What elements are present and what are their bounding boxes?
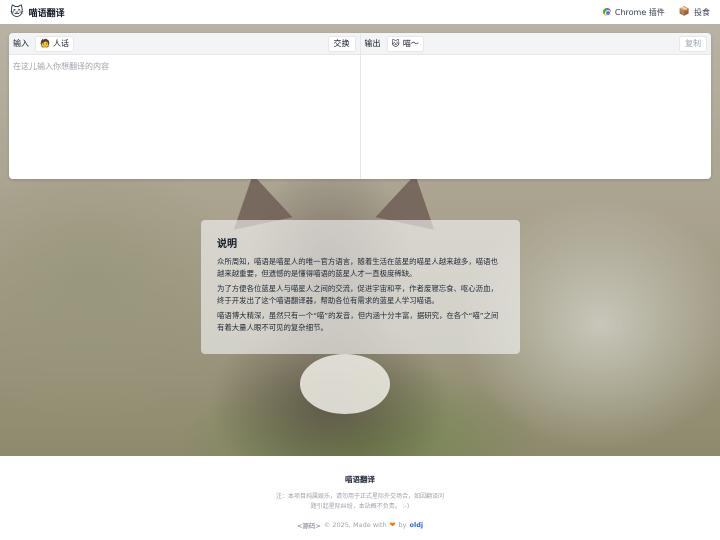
header-links: Chrome 插件 📦 投食 [602, 7, 710, 18]
source-text-input[interactable] [9, 55, 360, 179]
target-language-label: 喵～ [402, 39, 419, 48]
description-card: 说明 众所周知，喵语是喵星人的唯一官方语言，随着生活在蓝星的喵星人越来越多，喵语… [201, 220, 520, 354]
translated-text-output[interactable] [361, 55, 712, 179]
author-link[interactable]: oldj [410, 521, 424, 529]
brand[interactable]: 🐱 喵语翻译 [10, 6, 65, 19]
swap-button[interactable]: 交换 [327, 35, 356, 52]
chrome-extension-link[interactable]: Chrome 插件 [602, 7, 665, 18]
output-toolbar: 输出 🐱 喵～ 复制 [360, 33, 711, 55]
input-pane: 输入 🧑 人话 交换 [9, 33, 360, 179]
description-title: 说明 [217, 239, 237, 250]
donate-label: 投食 [694, 7, 710, 17]
copyright-text: © 2025, Made with [323, 521, 387, 529]
description-paragraph: 喵语博大精深，虽然只有一个“喵”的发音，但内涵十分丰富，据研究，在各个“喵”之间… [217, 311, 499, 332]
top-bar: 🐱 喵语翻译 Chrome 插件 📦 投食 [0, 0, 720, 24]
chrome-icon [602, 8, 611, 16]
footer-disclaimer: 注：本项目纯属娱乐，请勿用于正式星际外交场合，如因翻译问题引起星际纠纷，本站概不… [275, 493, 444, 510]
source-language-selector[interactable]: 🧑 人话 [35, 35, 74, 52]
cat-chin [300, 354, 390, 414]
output-pane: 输出 🐱 喵～ 复制 [359, 33, 712, 179]
by-text: by [398, 521, 407, 529]
translator-panel: 输入 🧑 人话 交换 输出 🐱 喵～ 复制 [9, 33, 711, 179]
footer: 喵语翻译 注：本项目纯属娱乐，请勿用于正式星际外交场合，如因翻译问题引起星际纠纷… [0, 456, 720, 540]
output-label: 输出 [364, 39, 381, 48]
cat-face-icon: 🐱 [391, 38, 400, 48]
footer-title: 喵语翻译 [345, 475, 375, 484]
input-label: 输入 [13, 39, 29, 48]
footer-copyright: <源码> © 2025, Made with ❤ by oldj [0, 520, 720, 530]
chrome-extension-label: Chrome 插件 [614, 7, 665, 17]
description-paragraph: 为了方便各位蓝星人与喵星人之间的交流，促进宇宙和平，作者废寝忘食、呕心沥血，终于… [217, 284, 498, 305]
input-toolbar: 输入 🧑 人话 交换 [9, 33, 360, 55]
gift-icon: 📦 [678, 6, 690, 17]
source-code-link[interactable]: <源码> [297, 520, 321, 530]
copy-button[interactable]: 复制 [679, 35, 707, 52]
heart-icon: ❤ [389, 520, 396, 529]
description-paragraph: 众所周知，喵语是喵星人的唯一官方语言，随着生活在蓝星的喵星人越来越多，喵语也越来… [217, 257, 498, 278]
person-icon: 🧑 [40, 38, 50, 48]
donate-link[interactable]: 📦 投食 [679, 7, 710, 18]
site-title: 喵语翻译 [28, 8, 65, 19]
target-language-selector[interactable]: 🐱 喵～ [386, 35, 424, 52]
cat-face-icon: 🐱 [10, 4, 24, 20]
source-language-label: 人话 [52, 39, 69, 48]
